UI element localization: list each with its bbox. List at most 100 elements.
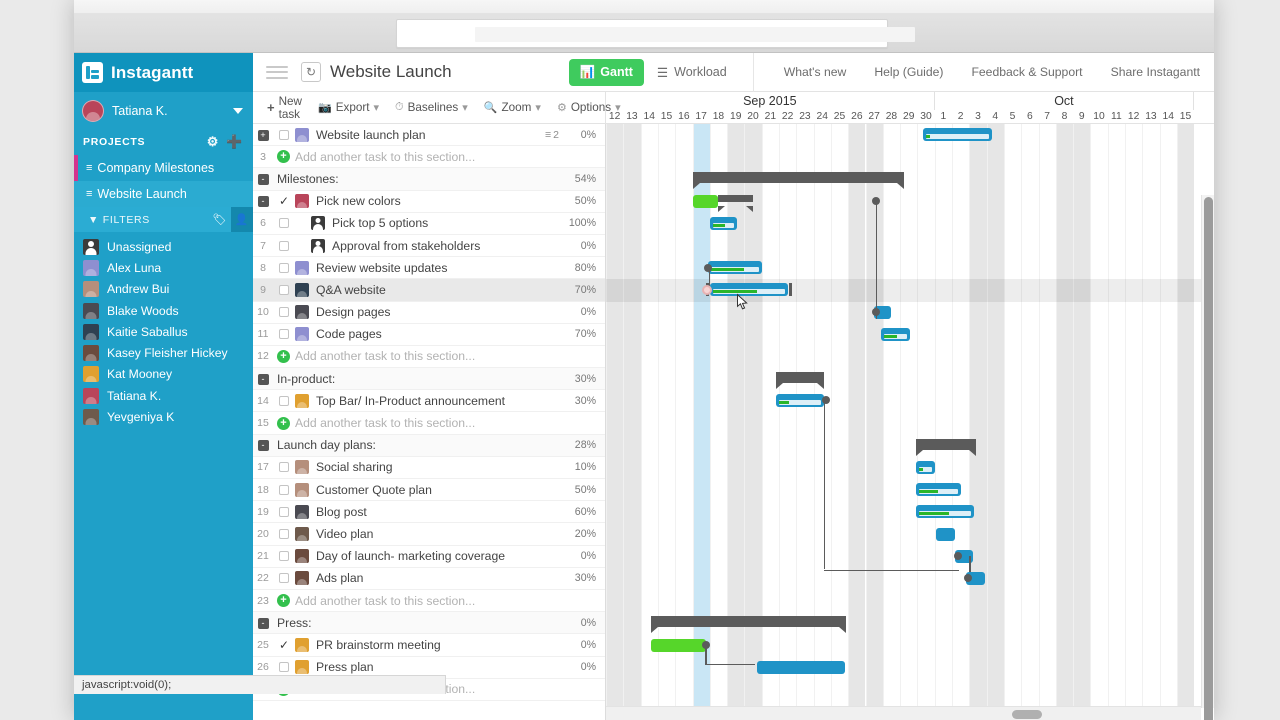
gantt-row[interactable]	[606, 213, 1214, 235]
tag-filter-icon[interactable]: 🏷	[209, 207, 231, 232]
person-filter-1[interactable]: Alex Luna	[74, 257, 253, 278]
person-filter-3[interactable]: Blake Woods	[74, 300, 253, 321]
add-task-row[interactable]: 3 + Add another task to this section...	[253, 146, 605, 169]
gantt-row[interactable]	[606, 257, 1214, 279]
gantt-row[interactable]	[606, 457, 1214, 479]
person-filter-7[interactable]: Tatiana K.	[74, 385, 253, 406]
bar-resize-handle[interactable]	[788, 283, 792, 297]
gantt-row[interactable]	[606, 546, 1214, 568]
dependency-node[interactable]	[872, 307, 881, 316]
baselines-button[interactable]: ⏱ Baselines ▾	[387, 101, 476, 114]
link-help-guide[interactable]: Help (Guide)	[860, 65, 957, 79]
filters-bar[interactable]: ▼ FILTERS 🏷 👤	[74, 207, 253, 232]
table-row[interactable]: 20 Video plan 20%	[253, 523, 605, 546]
task-checkbox[interactable]	[279, 528, 289, 539]
section-row[interactable]: - Launch day plans: 28%	[253, 434, 605, 457]
add-task-row[interactable]: 12 + Add another task to this section...	[253, 346, 605, 369]
section-row[interactable]: - In-product: 30%	[253, 368, 605, 391]
table-row[interactable]: 10 Design pages 0%	[253, 302, 605, 324]
sidebar-item-project-0[interactable]: ≡ Company Milestones	[74, 155, 253, 181]
task-checkbox[interactable]	[279, 240, 289, 251]
vertical-scrollbar-thumb[interactable]	[1204, 197, 1213, 720]
gantt-summary-bar[interactable]	[718, 194, 754, 212]
gantt-row[interactable]	[606, 124, 1214, 146]
task-checkbox[interactable]	[279, 284, 289, 295]
brand-header[interactable]: Instagantt	[74, 53, 253, 92]
gantt-summary-bar[interactable]	[775, 372, 825, 390]
table-row[interactable]: 17 Social sharing 10%	[253, 457, 605, 479]
task-checkbox[interactable]	[279, 129, 289, 140]
gantt-row[interactable]	[606, 679, 1214, 701]
section-row[interactable]: - Press: 0%	[253, 612, 605, 635]
task-complete-check-icon[interactable]: ✓	[273, 194, 295, 208]
task-checkbox[interactable]	[279, 551, 289, 562]
gantt-row[interactable]	[606, 390, 1214, 412]
table-row[interactable]: 25 ✓ PR brainstorm meeting 0%	[253, 634, 605, 657]
gantt-row[interactable]	[606, 657, 1214, 679]
table-row[interactable]: 18 Customer Quote plan 50%	[253, 479, 605, 502]
table-row[interactable]: 21 Day of launch- marketing coverage 0%	[253, 546, 605, 568]
gantt-task-bar[interactable]	[756, 660, 845, 674]
table-row[interactable]: 14 Top Bar/ In-Product announcement 30%	[253, 390, 605, 413]
add-task-icon[interactable]: +	[277, 594, 290, 608]
tab-workload[interactable]: ☰ Workload	[647, 59, 737, 86]
person-filter-4[interactable]: Kaitie Saballus	[74, 321, 253, 342]
table-row[interactable]: 19 Blog post 60%	[253, 501, 605, 524]
gantt-row[interactable]	[606, 235, 1214, 257]
task-complete-check-icon[interactable]: ✓	[273, 638, 295, 652]
row-toggle[interactable]: -	[253, 373, 273, 385]
table-row[interactable]: 7 Approval from stakeholders 0%	[253, 235, 605, 258]
sidebar-item-project-1[interactable]: ≡ Website Launch	[74, 181, 253, 207]
person-filter-8[interactable]: Yevgeniya K	[74, 406, 253, 427]
dependency-node[interactable]	[953, 551, 962, 560]
new-task-button[interactable]: + New task	[259, 95, 310, 121]
task-checkbox[interactable]	[279, 573, 289, 584]
task-checkbox[interactable]	[279, 462, 289, 473]
menu-icon[interactable]	[266, 65, 288, 79]
table-row[interactable]: 8 Review website updates 80%	[253, 257, 605, 280]
gantt-row[interactable]	[606, 590, 1214, 612]
link-share-instagantt[interactable]: Share Instagantt	[1097, 65, 1214, 79]
task-checkbox[interactable]	[279, 307, 289, 318]
chevron-down-icon[interactable]	[233, 107, 243, 114]
gantt-task-bar[interactable]	[709, 216, 738, 230]
row-toggle[interactable]: -	[253, 173, 273, 185]
gantt-task-bar[interactable]	[708, 261, 762, 275]
export-button[interactable]: 📷 Export ▾	[310, 101, 387, 114]
add-task-icon[interactable]: +	[277, 349, 290, 363]
task-checkbox[interactable]	[279, 506, 289, 517]
task-checkbox[interactable]	[279, 218, 289, 229]
row-toggle[interactable]: +	[253, 129, 273, 141]
table-row[interactable]: 11 Code pages 70%	[253, 324, 605, 346]
row-toggle[interactable]: -	[253, 439, 273, 452]
person-filter-5[interactable]: Kasey Fleisher Hickey	[74, 342, 253, 363]
zoom-button[interactable]: 🔍 Zoom ▾	[476, 101, 549, 114]
add-task-icon[interactable]: +	[277, 416, 290, 430]
gantt-task-bar[interactable]	[709, 283, 788, 297]
gantt-summary-bar[interactable]	[692, 172, 904, 190]
gantt-row[interactable]	[606, 368, 1214, 390]
gantt-row[interactable]	[606, 524, 1214, 546]
link-feedback-support[interactable]: Feedback & Support	[957, 65, 1096, 79]
gantt-row[interactable]	[606, 302, 1214, 324]
gantt-task-bar[interactable]	[936, 527, 956, 541]
person-filter-icon[interactable]: 👤	[231, 207, 253, 232]
gantt-task-bar[interactable]	[915, 505, 975, 519]
address-bar[interactable]	[396, 19, 915, 48]
add-task-row[interactable]: 15 + Add another task to this section...	[253, 412, 605, 435]
table-row[interactable]: 6 Pick top 5 options 100%	[253, 213, 605, 235]
section-row[interactable]: - Milestones: 54%	[253, 168, 605, 191]
gantt-task-bar[interactable]	[650, 638, 707, 652]
gantt-task-bar[interactable]	[692, 194, 719, 208]
table-row[interactable]: 22 Ads plan 30%	[253, 568, 605, 590]
horizontal-scrollbar[interactable]	[606, 706, 1201, 720]
gantt-row[interactable]	[606, 501, 1214, 523]
gantt-summary-bar[interactable]	[915, 438, 977, 456]
task-checkbox[interactable]	[279, 484, 289, 495]
gantt-task-bar[interactable]	[922, 128, 992, 141]
add-project-icon[interactable]: ➕	[226, 134, 243, 150]
gantt-task-bar[interactable]	[881, 327, 911, 341]
gantt-row[interactable]	[606, 479, 1214, 501]
table-row[interactable]: - ✓ Pick new colors 50%	[253, 191, 605, 213]
horizontal-scrollbar-thumb[interactable]	[1012, 710, 1042, 719]
